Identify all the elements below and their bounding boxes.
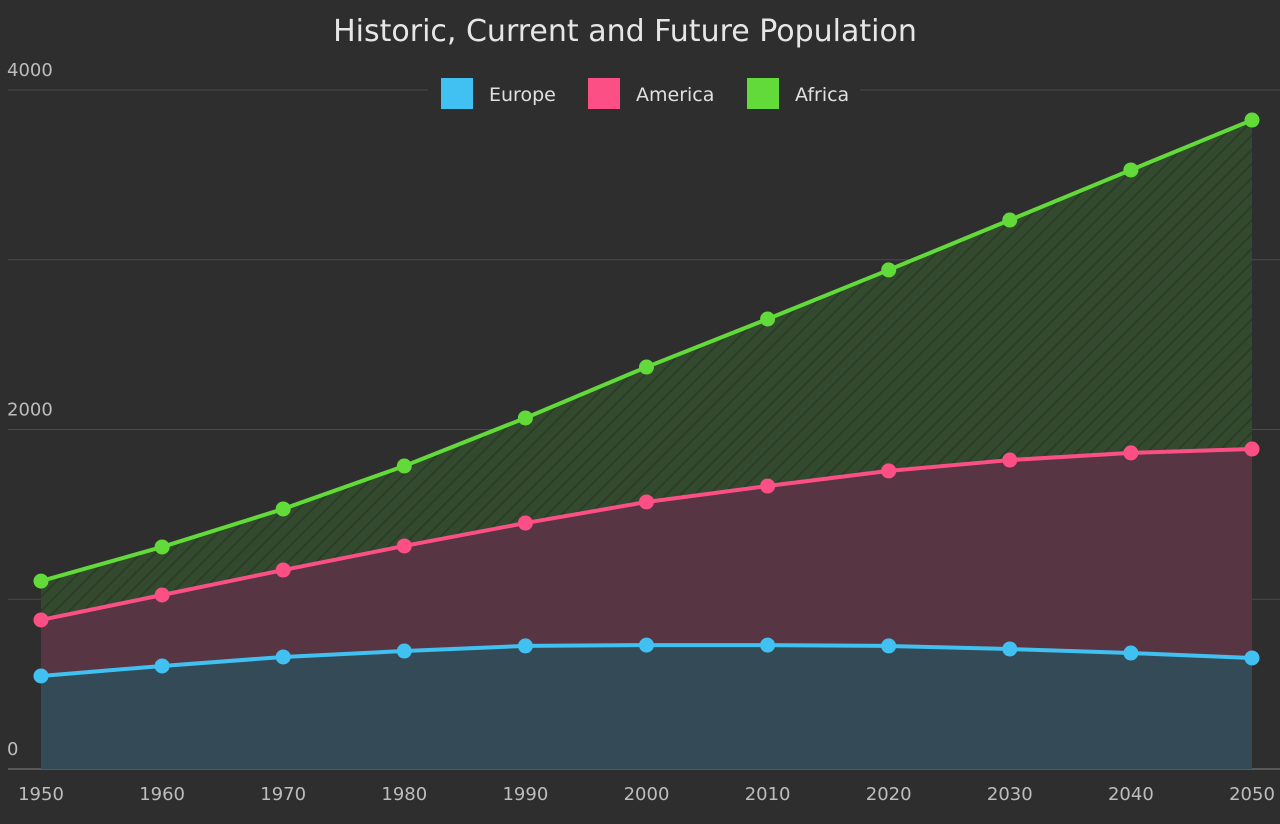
point-africa-1980[interactable] [396,458,412,474]
y-tick-label-2000: 2000 [7,400,53,421]
point-america-2010[interactable] [760,478,776,494]
point-africa-1990[interactable] [517,410,533,426]
legend-label-europe: Europe [489,84,556,106]
point-america-1990[interactable] [517,515,533,531]
legend-swatch-africa [747,78,779,109]
legend-label-africa: Africa [795,84,849,106]
point-europe-2050[interactable] [1244,650,1260,666]
x-tick-label-2000: 2000 [624,784,670,805]
y-tick-label-4000: 4000 [7,60,53,81]
point-europe-2030[interactable] [1002,641,1018,657]
point-europe-2000[interactable] [639,637,654,653]
point-america-2050[interactable] [1244,441,1260,457]
x-tick-label-2040: 2040 [1108,784,1154,805]
x-tick-label-2050: 2050 [1229,784,1275,805]
point-europe-2040[interactable] [1123,645,1139,661]
legend-label-america: America [636,84,714,106]
point-america-1960[interactable] [154,587,170,603]
point-america-1980[interactable] [396,538,412,554]
point-america-2000[interactable] [639,494,654,510]
point-europe-1960[interactable] [154,658,170,674]
chart-title: Historic, Current and Future Population [333,14,917,49]
point-africa-2000[interactable] [639,359,654,375]
x-tick-label-1970: 1970 [260,784,306,805]
point-europe-2020[interactable] [881,638,897,654]
x-tick-label-1990: 1990 [502,784,548,805]
point-america-1950[interactable] [33,612,49,628]
point-america-2030[interactable] [1002,452,1018,468]
x-tick-label-1980: 1980 [381,784,427,805]
point-africa-1970[interactable] [275,501,291,517]
x-axis-ticks: 1950 1960 1970 1980 1990 2000 2010 2020 2030 2040… [18,784,1275,805]
point-america-1970[interactable] [275,562,291,578]
area-europe [41,645,1252,769]
x-tick-label-2010: 2010 [745,784,791,805]
point-africa-2010[interactable] [760,311,776,327]
legend-swatch-europe [441,78,473,109]
point-africa-2040[interactable] [1123,162,1139,178]
y-tick-label-0: 0 [7,739,18,760]
x-tick-label-1950: 1950 [18,784,64,805]
point-africa-1960[interactable] [154,539,170,555]
point-europe-1990[interactable] [517,638,533,654]
x-tick-label-2020: 2020 [866,784,912,805]
point-europe-1980[interactable] [396,643,412,659]
legend-swatch-america [588,78,620,109]
x-tick-label-1960: 1960 [139,784,185,805]
point-europe-2010[interactable] [760,637,776,653]
area-fills [41,120,1252,769]
point-africa-1950[interactable] [33,573,49,589]
point-africa-2050[interactable] [1244,112,1260,128]
point-europe-1950[interactable] [33,668,49,684]
point-america-2040[interactable] [1123,445,1139,461]
point-america-2020[interactable] [881,463,897,479]
x-tick-label-2030: 2030 [987,784,1033,805]
legend: Europe America Africa [428,74,860,114]
point-africa-2020[interactable] [881,262,897,278]
population-chart: Historic, Current and Future Population … [7,14,1280,805]
point-europe-1970[interactable] [275,649,291,665]
point-africa-2030[interactable] [1002,212,1018,228]
